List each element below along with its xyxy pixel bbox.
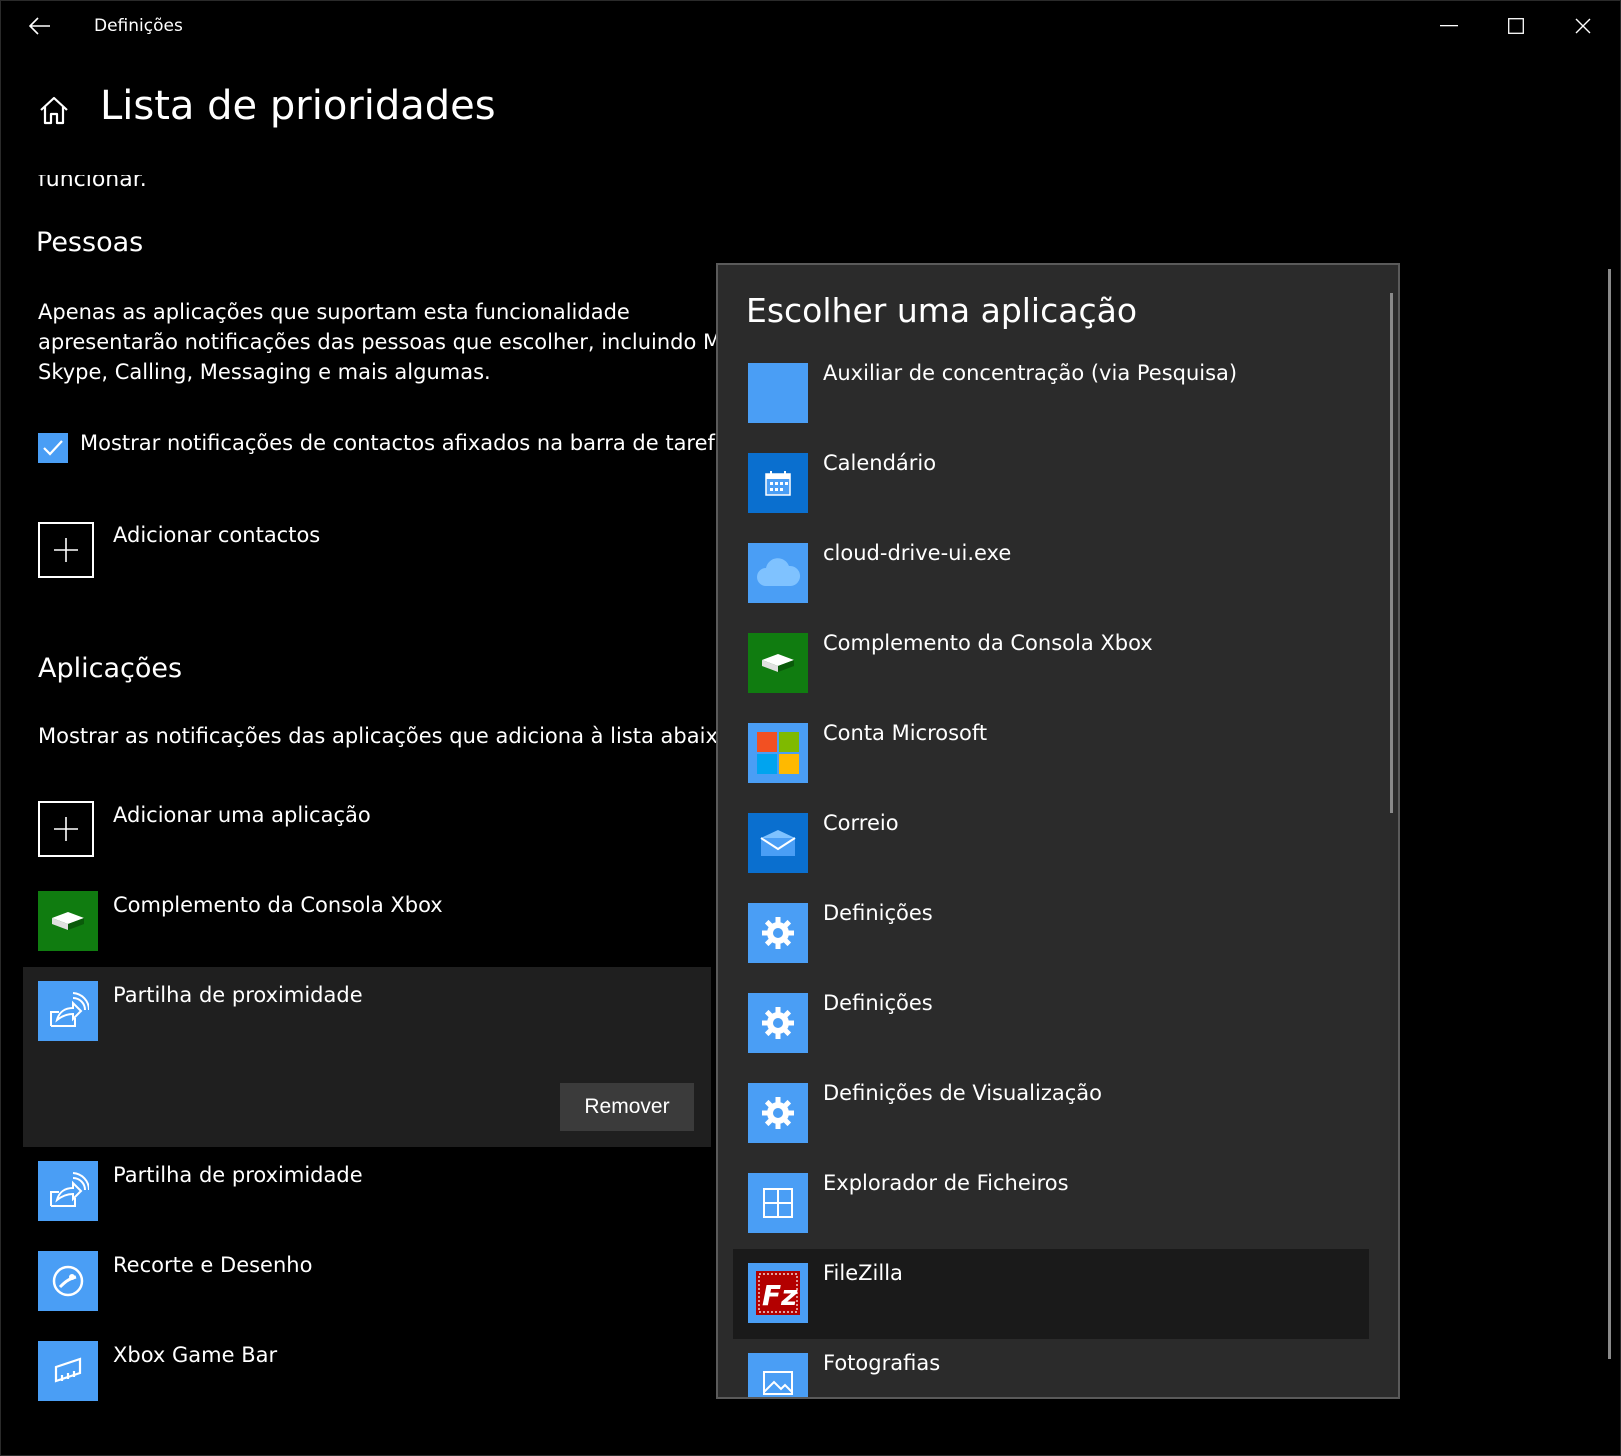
add-app-label[interactable]: Adicionar uma aplicação — [113, 803, 371, 827]
mail-icon — [748, 813, 808, 873]
flyout-item-label: Definições — [823, 991, 933, 1015]
add-contacts-label[interactable]: Adicionar contactos — [113, 523, 320, 547]
flyout-item[interactable]: Definições — [733, 979, 1369, 1069]
maximize-icon — [1508, 18, 1524, 34]
flyout-item[interactable]: Correio — [733, 799, 1369, 889]
settings-gear-icon — [748, 1083, 808, 1143]
xbox-companion-icon — [748, 633, 808, 693]
focus-assist-icon — [748, 363, 808, 423]
snip-sketch-icon — [38, 1251, 98, 1311]
flyout-item-label: Definições — [823, 901, 933, 925]
app-item-label[interactable]: Complemento da Consola Xbox — [113, 893, 443, 917]
truncated-text: funcionar. — [38, 175, 147, 189]
game-bar-icon — [38, 1341, 98, 1401]
flyout-item[interactable]: Fz FileZilla — [733, 1249, 1369, 1339]
flyout-item[interactable]: Calendário — [733, 439, 1369, 529]
flyout-scrollbar[interactable] — [1390, 293, 1393, 813]
photos-icon — [748, 1353, 808, 1397]
settings-gear-icon — [748, 993, 808, 1053]
xbox-companion-icon — [38, 891, 98, 951]
calendar-icon — [748, 453, 808, 513]
flyout-item-label: FileZilla — [823, 1261, 903, 1285]
add-contacts-button[interactable] — [38, 522, 94, 578]
plus-icon — [54, 817, 78, 841]
nearby-share-icon — [38, 1161, 98, 1221]
flyout-item-label: Auxiliar de concentração (via Pesquisa) — [823, 361, 1238, 385]
checkbox-label[interactable]: Mostrar notificações de contactos afixad… — [80, 431, 745, 455]
svg-text:Fz: Fz — [762, 1279, 798, 1312]
flyout-item-label: Correio — [823, 811, 899, 835]
app-item-label[interactable]: Partilha de proximidade — [113, 1163, 363, 1187]
flyout-item[interactable]: Fotografias — [733, 1339, 1369, 1397]
remove-button[interactable]: Remover — [560, 1083, 694, 1131]
back-button[interactable] — [25, 11, 55, 41]
flyout-title: Escolher uma aplicação — [746, 291, 1138, 330]
people-description-line-2: apresentarão notificações das pessoas qu… — [38, 330, 753, 354]
filezilla-icon: Fz — [748, 1263, 808, 1323]
back-arrow-icon — [29, 17, 50, 35]
people-section-title: Pessoas — [36, 227, 144, 258]
flyout-item[interactable]: Conta Microsoft — [733, 709, 1369, 799]
apps-description: Mostrar as notificações das aplicações q… — [38, 724, 737, 748]
cloud-icon — [748, 543, 808, 603]
flyout-item-label: Explorador de Ficheiros — [823, 1171, 1069, 1195]
home-icon[interactable] — [37, 94, 71, 128]
show-pinned-contacts-checkbox[interactable] — [38, 433, 68, 463]
microsoft-logo-icon — [748, 723, 808, 783]
file-explorer-icon — [748, 1173, 808, 1233]
flyout-item[interactable]: Explorador de Ficheiros — [733, 1159, 1369, 1249]
app-item-label[interactable]: Xbox Game Bar — [113, 1343, 277, 1367]
flyout-item-label: Calendário — [823, 451, 937, 475]
people-description-line-1: Apenas as aplicações que suportam esta f… — [38, 300, 630, 324]
flyout-item[interactable]: cloud-drive-ui.exe — [733, 529, 1369, 619]
add-app-button[interactable] — [38, 801, 94, 857]
flyout-item-label: cloud-drive-ui.exe — [823, 541, 1012, 565]
title-bar: Definições — [1, 1, 1620, 51]
people-description: Apenas as aplicações que suportam esta f… — [38, 297, 752, 387]
minimize-icon — [1440, 25, 1458, 27]
flyout-item[interactable]: Definições de Visualização — [733, 1069, 1369, 1159]
close-icon — [1575, 18, 1591, 34]
flyout-item-label: Definições de Visualização — [823, 1081, 1102, 1105]
flyout-item-label: Conta Microsoft — [823, 721, 988, 745]
settings-gear-icon — [748, 903, 808, 963]
minimize-button[interactable] — [1416, 1, 1482, 51]
page-title: Lista de prioridades — [100, 83, 496, 129]
people-description-line-3: Skype, Calling, Messaging e mais algumas… — [38, 360, 491, 384]
page-scrollbar[interactable] — [1608, 269, 1611, 1359]
app-item-label[interactable]: Partilha de proximidade — [113, 983, 363, 1007]
apps-section-title: Aplicações — [38, 653, 183, 684]
flyout-item[interactable]: Definições — [733, 889, 1369, 979]
flyout-item[interactable]: Complemento da Consola Xbox — [733, 619, 1369, 709]
choose-app-flyout: Escolher uma aplicação Auxiliar de conce… — [716, 263, 1400, 1399]
window-title: Definições — [94, 16, 183, 36]
checkmark-icon — [43, 440, 63, 456]
close-button[interactable] — [1550, 1, 1616, 51]
maximize-button[interactable] — [1483, 1, 1549, 51]
plus-icon — [54, 538, 78, 562]
flyout-item[interactable]: Auxiliar de concentração (via Pesquisa) — [733, 349, 1369, 439]
settings-window: Definições Lista de prioridades funciona… — [0, 0, 1621, 1456]
app-item-label[interactable]: Recorte e Desenho — [113, 1253, 312, 1277]
flyout-item-label: Complemento da Consola Xbox — [823, 631, 1153, 655]
page-header: Lista de prioridades funcionar. — [1, 51, 1620, 191]
nearby-share-icon — [38, 981, 98, 1041]
flyout-item-label: Fotografias — [823, 1351, 941, 1375]
